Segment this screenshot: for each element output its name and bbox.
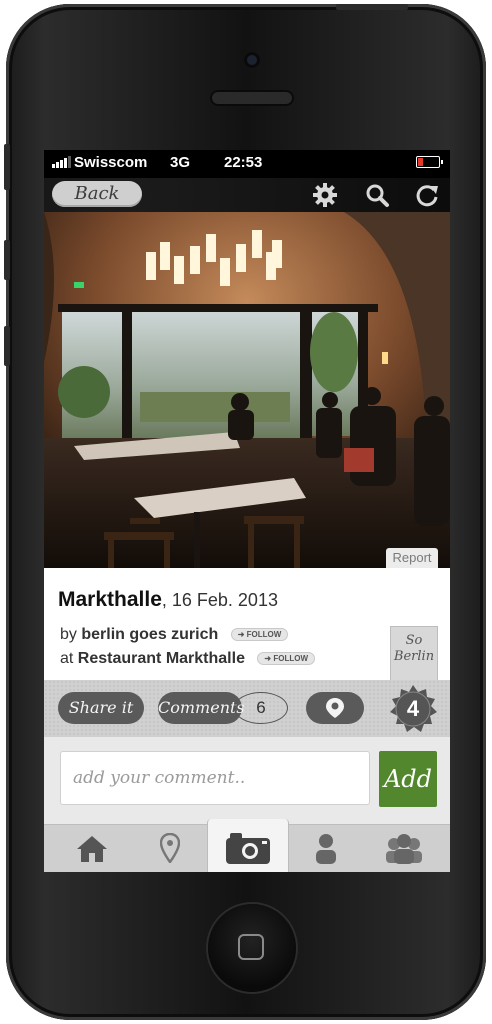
post-title-line: Markthalle, 16 Feb. 2013 bbox=[58, 588, 278, 612]
location-link[interactable]: Restaurant Markthalle bbox=[78, 650, 245, 667]
location-pin-icon bbox=[326, 698, 344, 718]
location-button[interactable] bbox=[306, 692, 364, 724]
follow-author-button[interactable]: ➜ FOLLOW bbox=[230, 628, 289, 642]
post-info: Markthalle, 16 Feb. 2013 by berlin goes … bbox=[44, 568, 450, 693]
location-line: at Restaurant Markthalle ➜ FOLLOW bbox=[60, 650, 316, 668]
home-icon bbox=[77, 836, 107, 862]
home-square-icon bbox=[238, 934, 264, 960]
app-screen: Swisscom 3G 22:53 Back Report Markthalle… bbox=[44, 150, 450, 872]
report-button[interactable]: Report bbox=[386, 548, 438, 568]
tab-profile[interactable] bbox=[286, 825, 366, 872]
status-bar: Swisscom 3G 22:53 bbox=[44, 150, 450, 178]
add-comment-button[interactable]: Add bbox=[379, 751, 437, 807]
tag-text: So Berlin bbox=[391, 633, 437, 665]
front-camera bbox=[244, 52, 260, 68]
search-icon[interactable] bbox=[364, 182, 390, 208]
likes-count: 4 bbox=[406, 696, 420, 721]
comments-button[interactable]: Comments bbox=[158, 692, 245, 724]
volume-up-button bbox=[4, 240, 10, 280]
post-date: , 16 Feb. 2013 bbox=[161, 590, 278, 610]
refresh-icon[interactable] bbox=[414, 182, 440, 208]
tag-line-2: Berlin bbox=[393, 649, 435, 664]
likes-badge[interactable]: 4 bbox=[388, 684, 438, 734]
follow-location-button[interactable]: ➜ FOLLOW bbox=[257, 652, 316, 666]
restaurant-photo bbox=[44, 212, 450, 568]
mute-switch bbox=[4, 144, 10, 190]
post-title: Markthalle bbox=[58, 588, 162, 611]
carrier-name: Swisscom bbox=[74, 154, 148, 171]
author-link[interactable]: berlin goes zurich bbox=[81, 626, 218, 643]
post-photo[interactable]: Report bbox=[44, 212, 450, 568]
tab-friends[interactable] bbox=[364, 825, 444, 872]
status-time: 22:53 bbox=[224, 154, 263, 171]
so-berlin-tag[interactable]: So Berlin bbox=[390, 626, 438, 693]
tab-bar bbox=[44, 819, 450, 872]
author-line: by berlin goes zurich ➜ FOLLOW bbox=[60, 626, 289, 644]
follow-author-label: FOLLOW bbox=[246, 630, 282, 640]
share-button[interactable]: Share it bbox=[58, 692, 144, 724]
person-icon bbox=[316, 834, 336, 864]
comment-input[interactable] bbox=[60, 751, 370, 805]
home-button[interactable] bbox=[208, 904, 296, 992]
tag-line-1: So bbox=[405, 633, 423, 648]
earpiece-speaker bbox=[210, 90, 294, 106]
signal-icon bbox=[52, 156, 71, 168]
volume-down-button bbox=[4, 326, 10, 366]
comments-count: 6 bbox=[234, 692, 288, 724]
tab-home[interactable] bbox=[52, 825, 132, 872]
network-type: 3G bbox=[170, 154, 191, 171]
back-button[interactable]: Back bbox=[52, 181, 142, 207]
at-prefix: at bbox=[60, 650, 74, 667]
tab-camera[interactable] bbox=[207, 819, 289, 872]
battery-level bbox=[418, 158, 423, 166]
camera-icon bbox=[226, 833, 270, 864]
action-bar: Share it Comments 6 4 bbox=[44, 680, 450, 736]
gear-icon[interactable] bbox=[312, 182, 338, 208]
power-button bbox=[336, 4, 408, 10]
battery-icon bbox=[416, 156, 443, 168]
tab-places[interactable] bbox=[130, 825, 210, 872]
comment-bar: Add bbox=[44, 736, 450, 825]
follow-location-label: FOLLOW bbox=[273, 654, 309, 664]
by-prefix: by bbox=[60, 626, 77, 643]
location-pin-icon bbox=[160, 833, 180, 863]
people-icon bbox=[386, 834, 422, 864]
nav-bar: Back bbox=[44, 178, 450, 212]
